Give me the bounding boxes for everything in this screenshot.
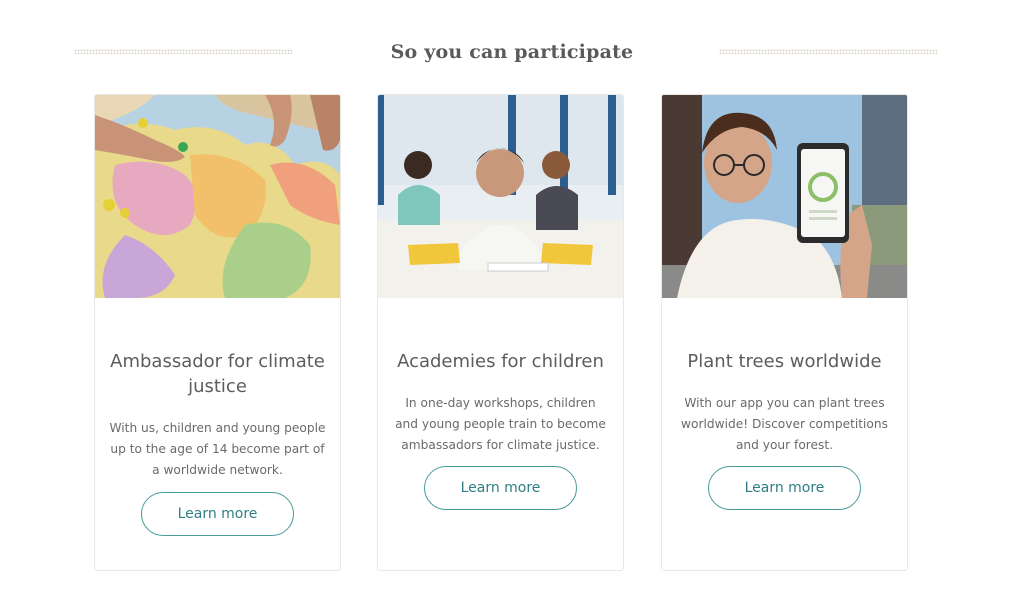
- learn-more-button[interactable]: Learn more: [424, 466, 577, 510]
- card-title: Ambassador for climate justice: [110, 351, 325, 397]
- card-image-classroom: [378, 95, 623, 298]
- learn-more-button[interactable]: Learn more: [141, 492, 294, 536]
- card-academies: Academies for children In one-day worksh…: [377, 94, 624, 571]
- card-plant-trees: Plant trees worldwide With our app you c…: [661, 94, 908, 571]
- card-title: Academies for children: [397, 351, 604, 372]
- card-title: Plant trees worldwide: [687, 351, 882, 372]
- card-description: With us, children and young people up to…: [109, 421, 326, 477]
- card-image-app-phone: [662, 95, 907, 298]
- dotted-divider-right: [719, 49, 937, 54]
- section-header: So you can participate: [0, 40, 1024, 70]
- card-ambassador: Ambassador for climate justice With us, …: [94, 94, 341, 571]
- card-description: With our app you can plant trees worldwi…: [681, 396, 888, 452]
- card-image-world-map: [95, 95, 340, 298]
- card-description: In one-day workshops, children and young…: [395, 396, 606, 452]
- learn-more-button[interactable]: Learn more: [708, 466, 861, 510]
